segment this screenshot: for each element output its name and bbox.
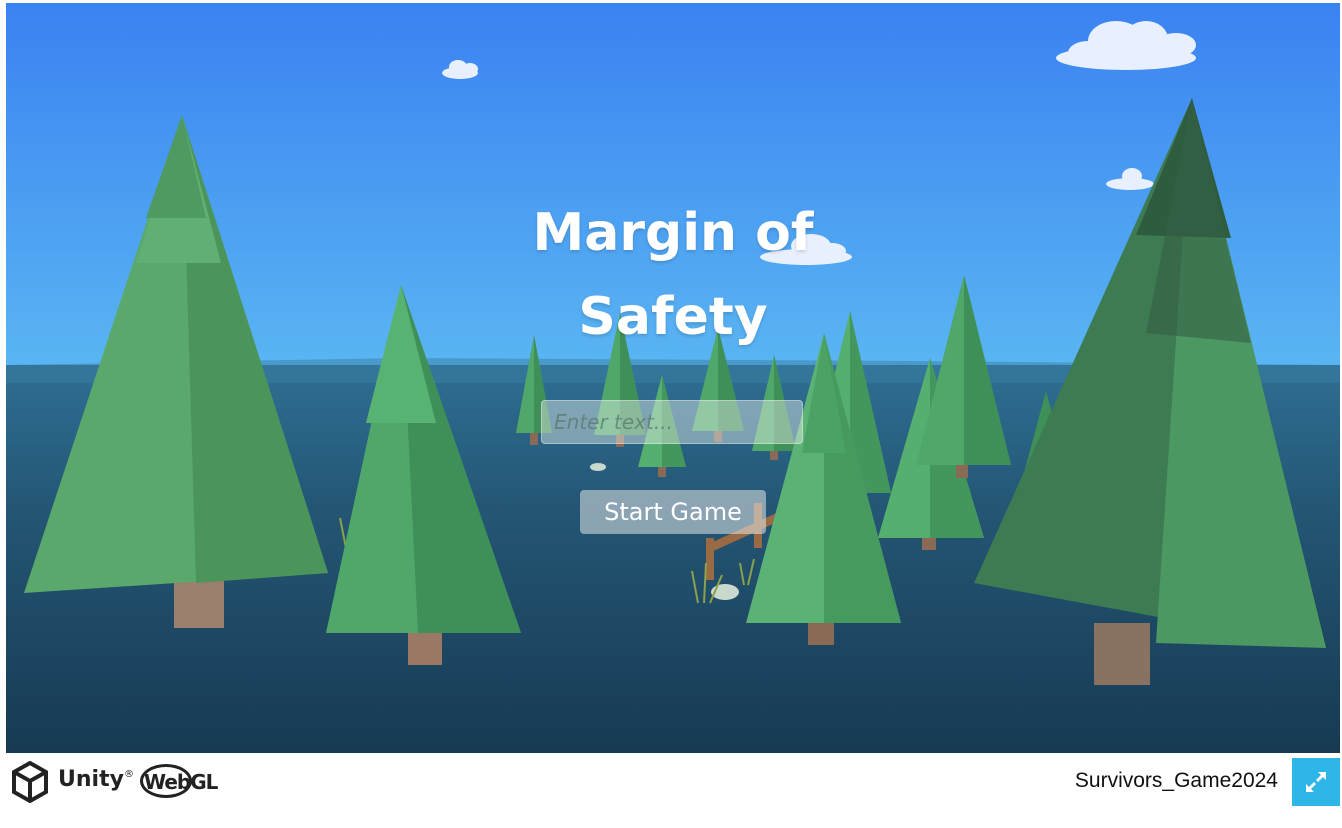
unity-trademark: ® <box>124 769 134 780</box>
fullscreen-button[interactable] <box>1292 758 1340 806</box>
unity-webgl-container: Margin of Safety Start Game Unity ® WebG… <box>0 0 1342 828</box>
webgl-logo-text: WebGL <box>144 770 218 794</box>
game-title-line1: Margin of <box>532 203 814 263</box>
game-canvas[interactable]: Margin of Safety Start Game <box>6 3 1340 753</box>
unity-logo-text: Unity <box>58 767 124 792</box>
start-game-button[interactable]: Start Game <box>580 490 766 534</box>
start-game-button-label: Start Game <box>604 498 742 526</box>
webgl-logo: WebGL <box>138 762 234 802</box>
game-title-line2: Safety <box>578 287 768 347</box>
game-title: Margin of Safety <box>423 191 923 359</box>
build-title: Survivors_Game2024 <box>1074 769 1278 792</box>
expand-arrows-icon <box>1306 772 1326 792</box>
player-name-input[interactable] <box>541 400 803 444</box>
unity-cube-icon <box>12 761 48 803</box>
unity-footer: Unity ® WebGL Survivors_Game2024 <box>0 753 1342 828</box>
game-scene <box>6 3 1340 753</box>
